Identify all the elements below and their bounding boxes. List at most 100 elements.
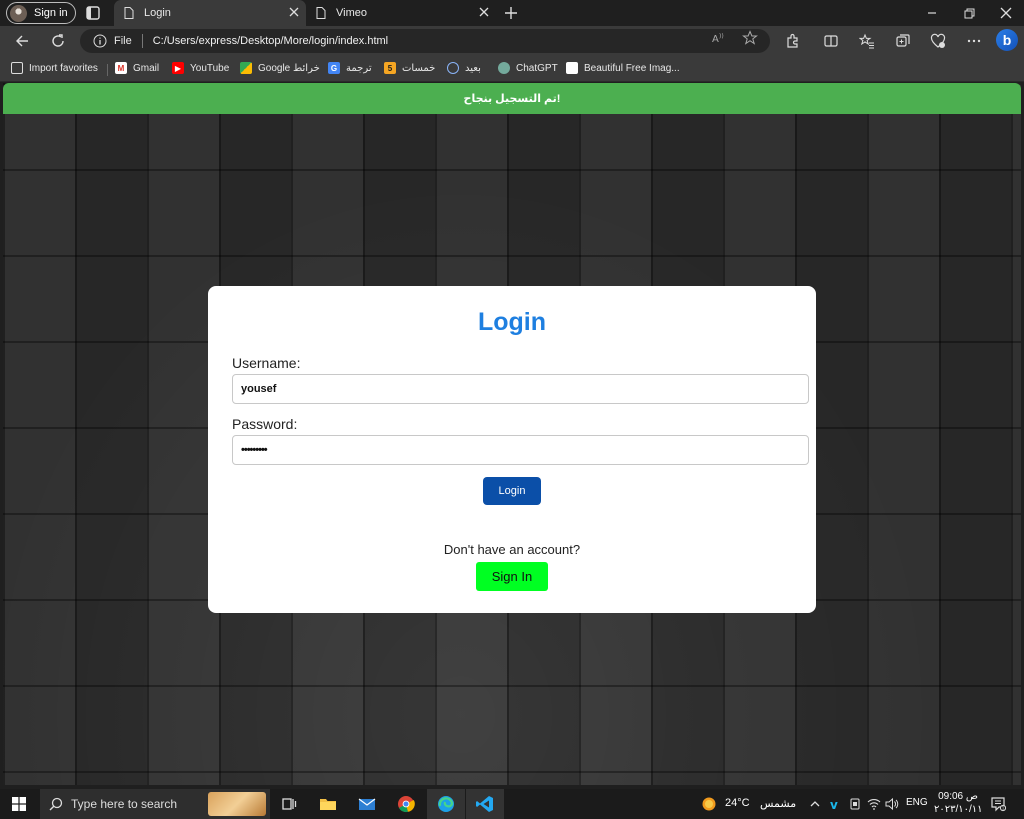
edge-icon[interactable]: [436, 794, 456, 814]
url-text[interactable]: C:/Users/express/Desktop/More/login/inde…: [153, 35, 388, 47]
tab-login[interactable]: Login: [114, 0, 306, 26]
task-view-icon[interactable]: [279, 794, 299, 814]
success-banner: !تم التسجيل بنجاح: [3, 83, 1021, 114]
chatgpt-icon: [498, 62, 510, 74]
search-icon: [49, 797, 63, 811]
svg-text:A: A: [712, 34, 719, 45]
notifications-icon[interactable]: 1: [990, 796, 1006, 812]
split-screen-icon[interactable]: [823, 33, 839, 49]
restore-icon[interactable]: [961, 5, 977, 21]
address-bar[interactable]: File C:/Users/express/Desktop/More/login…: [80, 29, 770, 53]
divider: [141, 34, 143, 48]
taskbar: Type here to search 24°C مشمس v ENG ص 09…: [0, 789, 1024, 819]
weather-sun-icon: [702, 797, 716, 811]
favorite-label: YouTube: [190, 62, 230, 74]
page-viewport: !تم التسجيل بنجاح Login Username: yousef…: [3, 83, 1021, 785]
clock-date: ٢٠٢٣/١٠/١١: [934, 804, 983, 815]
search-highlight-image: [208, 792, 266, 816]
password-input[interactable]: •••••••••: [232, 435, 809, 465]
favorite-label: ChatGPT: [516, 62, 558, 74]
more-options-icon[interactable]: [966, 33, 982, 49]
clock[interactable]: ص 09:06 ٢٠٢٣/١٠/١١: [934, 790, 983, 816]
profile-label: Sign in: [34, 7, 68, 19]
svg-text:v: v: [830, 798, 838, 811]
tab-strip: Sign in Login Vimeo: [0, 0, 1024, 26]
language-indicator[interactable]: ENG: [906, 797, 928, 808]
favorite-star-icon[interactable]: [742, 30, 758, 46]
wifi-icon[interactable]: [867, 797, 881, 811]
page-title: Login: [477, 308, 547, 336]
favorite-chatgpt[interactable]: ChatGPT: [498, 62, 558, 74]
favorite-translate[interactable]: G ترجمة: [328, 62, 372, 74]
sign-in-button[interactable]: Sign In: [476, 562, 548, 591]
favorite-youtube[interactable]: ▶ YouTube: [172, 62, 229, 74]
vscode-icon[interactable]: [475, 794, 495, 814]
favorites-icon[interactable]: [859, 33, 875, 49]
svg-text:1: 1: [1002, 806, 1005, 811]
clock-time: ص 09:06: [938, 791, 978, 802]
scheme-label: File: [114, 35, 132, 47]
username-input[interactable]: yousef: [232, 374, 809, 404]
volume-icon[interactable]: [885, 797, 899, 811]
maps-icon: [240, 62, 252, 74]
refresh-icon[interactable]: [50, 33, 66, 49]
tab-vimeo[interactable]: Vimeo: [306, 0, 496, 26]
browser-essentials-icon[interactable]: [930, 33, 946, 49]
read-aloud-icon[interactable]: A)): [711, 30, 727, 46]
info-icon[interactable]: [93, 34, 107, 48]
favorite-label: Gmail: [133, 62, 160, 74]
gmail-icon: M: [115, 62, 127, 74]
favorite-khamsat[interactable]: 5 خمسات: [384, 62, 435, 74]
favorite-gmail[interactable]: M Gmail: [115, 62, 159, 74]
extensions-icon[interactable]: [785, 33, 801, 49]
translate-icon: G: [328, 62, 340, 74]
chevron-up-icon[interactable]: [808, 797, 822, 811]
favorites-bar: Import favorites M Gmail ▶ YouTube Googl…: [0, 56, 1024, 82]
bing-copilot-icon[interactable]: b: [996, 29, 1018, 51]
login-card: Login Username: yousef Password: •••••••…: [208, 286, 816, 613]
tab-actions-icon[interactable]: [86, 6, 100, 20]
favorite-label: بعيد: [465, 62, 481, 74]
document-icon: [124, 7, 134, 19]
login-button[interactable]: Login: [483, 477, 541, 505]
device-icon[interactable]: [848, 797, 862, 811]
favorite-import[interactable]: Import favorites: [11, 62, 98, 74]
baeed-icon: [447, 62, 459, 74]
username-label: Username:: [232, 355, 301, 371]
mail-icon[interactable]: [357, 794, 377, 814]
document-icon: [316, 7, 326, 19]
new-tab-icon[interactable]: [503, 5, 519, 21]
window-close-icon[interactable]: [998, 5, 1014, 21]
svg-text:)): )): [719, 33, 724, 40]
favorite-unsplash[interactable]: Beautiful Free Imag...: [566, 62, 680, 74]
profile-button[interactable]: Sign in: [6, 2, 76, 24]
weather-description[interactable]: مشمس: [760, 797, 796, 810]
banner-text: !تم التسجيل بنجاح: [463, 93, 561, 105]
file-explorer-icon[interactable]: [318, 794, 338, 814]
favorite-google-maps[interactable]: Google خرائط: [240, 62, 320, 74]
favorite-label: خمسات: [402, 62, 436, 74]
favorite-label: Import favorites: [29, 62, 98, 74]
unsplash-icon: [566, 62, 578, 74]
chrome-icon[interactable]: [396, 794, 416, 814]
no-account-text: Don't have an account?: [443, 542, 581, 557]
favorite-baeed[interactable]: بعيد: [447, 62, 481, 74]
tab-title: Vimeo: [336, 7, 367, 19]
favorite-label: Beautiful Free Imag...: [584, 62, 680, 74]
close-icon[interactable]: [288, 6, 300, 18]
khamsat-icon: 5: [384, 62, 396, 74]
bing-glyph: b: [1002, 32, 1012, 48]
vimeo-tray-icon[interactable]: v: [829, 797, 843, 811]
avatar: [10, 4, 27, 22]
import-icon: [11, 62, 23, 74]
youtube-icon: ▶: [172, 62, 184, 74]
close-icon[interactable]: [478, 6, 490, 18]
minimize-icon[interactable]: [924, 5, 940, 21]
favorite-label: ترجمة: [346, 62, 372, 74]
weather-temp[interactable]: 24°C: [725, 797, 750, 809]
browser-toolbar: File C:/Users/express/Desktop/More/login…: [0, 26, 1024, 56]
back-icon[interactable]: [14, 33, 30, 49]
taskbar-search[interactable]: Type here to search: [40, 789, 270, 819]
windows-start-icon[interactable]: [12, 797, 26, 811]
collections-icon[interactable]: [895, 33, 911, 49]
